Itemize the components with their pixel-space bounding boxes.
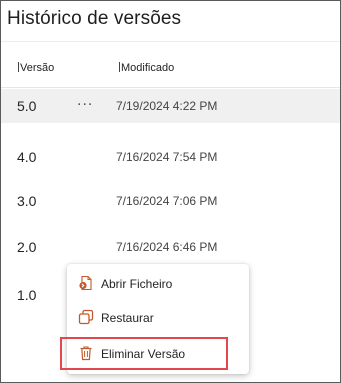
column-header-version-label: Versão (20, 62, 55, 74)
table-row[interactable]: 4.0 7/16/2024 7:54 PM (1, 140, 340, 174)
restore-icon (78, 309, 94, 325)
column-header-modified[interactable]: Modificado (119, 62, 174, 74)
version-number: 5.0 (17, 98, 37, 114)
modified-date: 7/19/2024 4:22 PM (116, 99, 218, 113)
column-resize-handle[interactable] (18, 62, 19, 72)
table-row[interactable]: 2.0 7/16/2024 6:46 PM (1, 230, 340, 264)
table-row[interactable]: 3.0 7/16/2024 7:06 PM (1, 184, 340, 218)
more-options-button[interactable]: ... (77, 92, 93, 110)
menu-item-label: Restaurar (101, 311, 154, 325)
menu-item-open-file[interactable]: Abrir Ficheiro (67, 267, 249, 301)
column-header-modified-label: Modificado (121, 62, 175, 74)
header-divider (1, 87, 340, 88)
column-header-version[interactable]: Versão (18, 62, 54, 74)
version-number: 3.0 (17, 193, 37, 209)
modified-date: 7/16/2024 7:54 PM (116, 150, 218, 164)
panel-title: Histórico de versões (7, 8, 182, 29)
version-number: 4.0 (17, 149, 37, 165)
title-divider (1, 41, 340, 42)
version-history-panel: Histórico de versões Versão Modificado 5… (0, 0, 341, 383)
highlight-box (60, 337, 228, 370)
menu-item-label: Abrir Ficheiro (101, 277, 173, 291)
column-resize-handle[interactable] (119, 62, 120, 72)
menu-item-restore[interactable]: Restaurar (67, 301, 249, 335)
modified-date: 7/16/2024 6:46 PM (116, 240, 218, 254)
table-row[interactable]: 5.0 ... 7/19/2024 4:22 PM (1, 89, 340, 123)
version-number: 1.0 (17, 287, 37, 303)
modified-date: 7/16/2024 7:06 PM (116, 194, 218, 208)
version-number: 2.0 (17, 239, 37, 255)
word-file-icon (78, 275, 94, 291)
